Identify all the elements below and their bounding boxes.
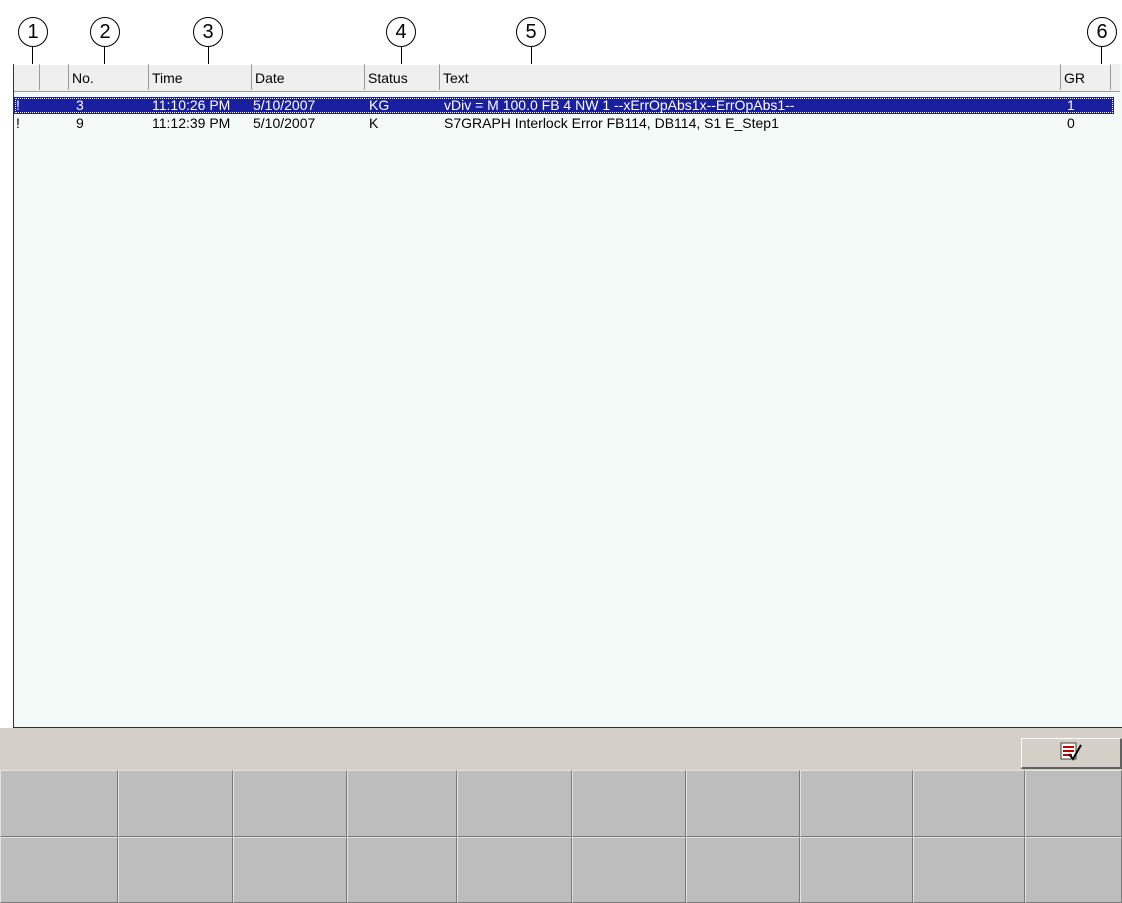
softkey-bottom-1[interactable] xyxy=(0,837,118,903)
cell-no: 9 xyxy=(76,115,84,131)
acknowledge-list-icon xyxy=(1060,742,1082,765)
softkey-top-5[interactable] xyxy=(457,770,572,837)
callout-label: 6 xyxy=(1096,21,1108,43)
softkey-bottom-5[interactable] xyxy=(457,837,572,903)
column-header-blank[interactable] xyxy=(40,64,69,90)
callout-label: 2 xyxy=(99,21,111,43)
softkey-bottom-6[interactable] xyxy=(572,837,686,903)
callout-6: 6 xyxy=(1087,17,1117,47)
cell-text: S7GRAPH Interlock Error FB114, DB114, S1… xyxy=(444,115,779,131)
column-header-marker[interactable] xyxy=(14,64,40,90)
cell-text: vDiv = M 100.0 FB 4 NW 1 --xErrOpAbs1x--… xyxy=(444,97,795,113)
column-header-date[interactable]: Date xyxy=(252,64,365,90)
cell-date: 5/10/2007 xyxy=(253,115,316,131)
column-header-status[interactable]: Status xyxy=(365,64,440,90)
callout-label: 4 xyxy=(395,21,407,43)
cell-status: K xyxy=(369,115,379,131)
callout-2: 2 xyxy=(90,17,120,47)
table-header: No. Time Date Status Text GR xyxy=(14,64,1120,92)
softkey-bottom-4[interactable] xyxy=(347,837,457,903)
cell-status: KG xyxy=(369,97,390,113)
softkey-bottom-9[interactable] xyxy=(913,837,1025,903)
callout-5: 5 xyxy=(516,17,546,47)
cell-time: 11:10:26 PM xyxy=(152,97,231,113)
column-header-gr[interactable]: GR xyxy=(1061,64,1111,90)
callout-label: 5 xyxy=(525,21,537,43)
softkey-bottom-3[interactable] xyxy=(233,837,347,903)
callout-4: 4 xyxy=(386,17,416,47)
softkey-top-8[interactable] xyxy=(800,770,913,837)
callout-1: 1 xyxy=(18,17,48,47)
cell-time: 11:12:39 PM xyxy=(152,115,231,131)
column-header-no[interactable]: No. xyxy=(69,64,149,90)
softkey-bottom-2[interactable] xyxy=(118,837,233,903)
column-header-text[interactable]: Text xyxy=(440,64,1061,90)
softkey-top-1[interactable] xyxy=(0,770,118,837)
cell-no: 3 xyxy=(76,97,84,113)
cell-gr: 1 xyxy=(1067,97,1075,113)
softkey-top-3[interactable] xyxy=(233,770,347,837)
callout-label: 3 xyxy=(202,21,214,43)
softkey-top-6[interactable] xyxy=(572,770,686,837)
callout-label: 1 xyxy=(27,21,39,43)
softkey-top-7[interactable] xyxy=(686,770,800,837)
callout-3: 3 xyxy=(193,17,223,47)
softkey-top-4[interactable] xyxy=(347,770,457,837)
row-marker: ! xyxy=(16,97,20,113)
row-marker: ! xyxy=(16,115,20,131)
softkey-bottom-10[interactable] xyxy=(1025,837,1122,903)
softkey-bottom-7[interactable] xyxy=(686,837,800,903)
acknowledge-button[interactable] xyxy=(1021,738,1122,769)
softkey-top-10[interactable] xyxy=(1025,770,1122,837)
softkey-top-2[interactable] xyxy=(118,770,233,837)
softkey-top-9[interactable] xyxy=(913,770,1025,837)
status-strip xyxy=(0,728,1122,770)
alarm-view: No. Time Date Status Text GR ! 3 11:10:2… xyxy=(13,64,1122,728)
table-row[interactable]: ! 3 11:10:26 PM 5/10/2007 KG vDiv = M 10… xyxy=(14,97,1114,114)
softkey-bar xyxy=(0,770,1122,903)
table-row[interactable]: ! 9 11:12:39 PM 5/10/2007 K S7GRAPH Inte… xyxy=(14,115,1114,132)
softkey-bottom-8[interactable] xyxy=(800,837,913,903)
cell-date: 5/10/2007 xyxy=(253,97,316,113)
column-header-time[interactable]: Time xyxy=(149,64,252,90)
cell-gr: 0 xyxy=(1067,115,1075,131)
